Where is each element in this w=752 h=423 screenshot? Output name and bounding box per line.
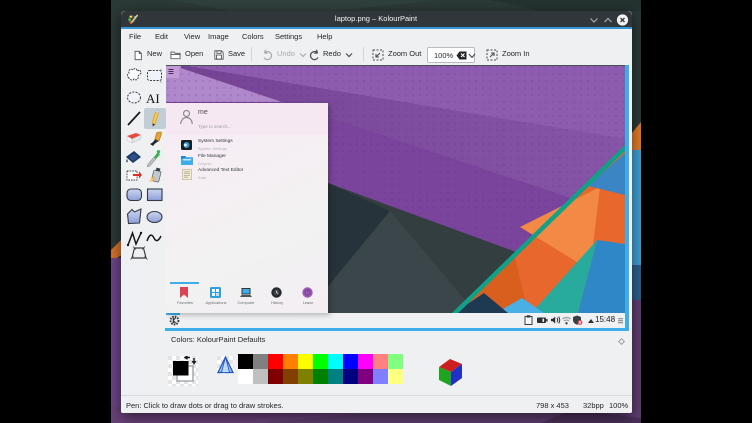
svg-text:AI: AI xyxy=(146,91,160,106)
